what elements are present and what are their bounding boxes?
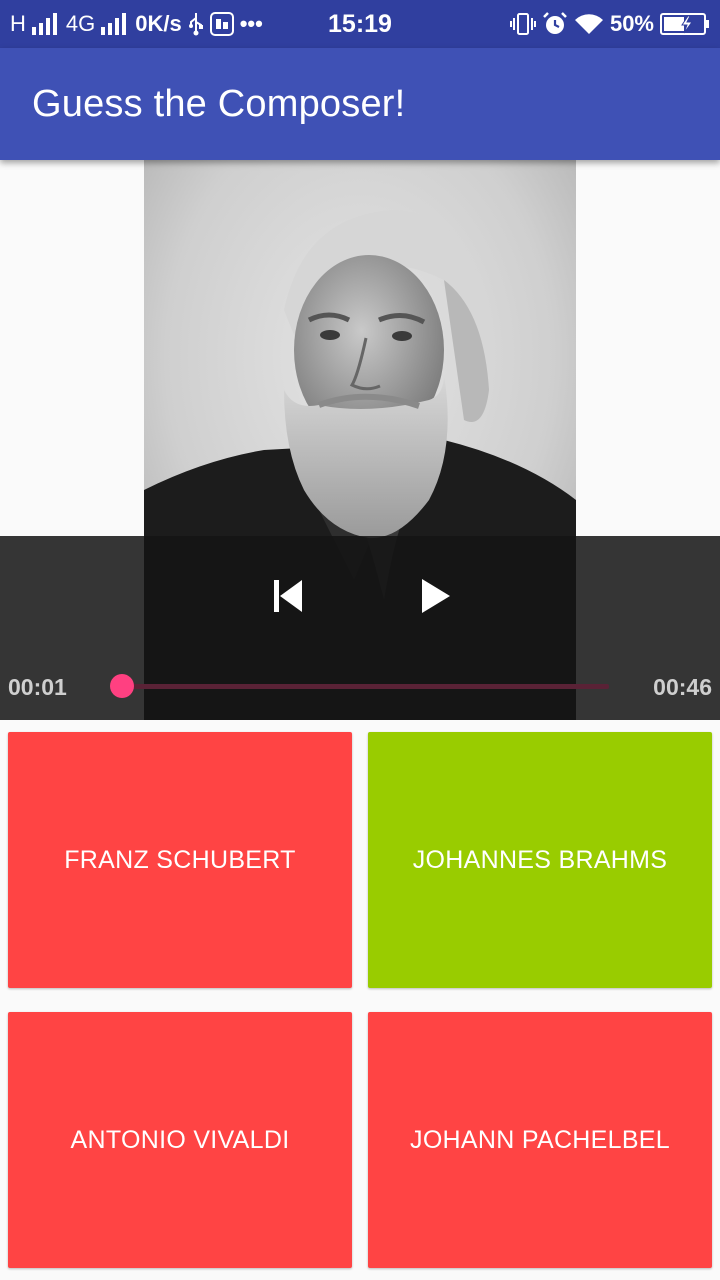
notification-app-icon	[209, 12, 234, 36]
seek-thumb[interactable]	[109, 674, 134, 698]
media-controller: 00:01 00:46	[0, 536, 720, 720]
answer-button-2[interactable]: JOHANNES BRAHMS	[368, 732, 712, 988]
seek-track	[112, 684, 609, 689]
status-bar-right: 50%	[509, 0, 710, 48]
media-buttons	[0, 572, 720, 620]
signal-strength-icon	[31, 13, 60, 35]
total-time-label: 00:46	[653, 674, 712, 700]
battery-percent-label: 50%	[609, 11, 654, 36]
usb-icon	[188, 12, 204, 36]
seek-bar[interactable]	[109, 674, 609, 698]
vibrate-icon	[509, 12, 536, 36]
answer-label: ANTONIO VIVALDI	[70, 1125, 290, 1154]
battery-charging-icon	[660, 12, 710, 36]
composer-image-area: 00:01 00:46	[0, 160, 720, 720]
play-icon	[422, 579, 450, 613]
signal-strength-icon	[101, 13, 129, 35]
network-type-label: H	[10, 11, 26, 36]
more-notifications-icon: •••	[239, 11, 263, 36]
skip-previous-icon	[274, 580, 302, 612]
answer-button-3[interactable]: ANTONIO VIVALDI	[8, 1012, 352, 1268]
status-bar-left: H 4G 0K/s •••	[10, 0, 263, 48]
answer-button-4[interactable]: JOHANN PACHELBEL	[368, 1012, 712, 1268]
network-speed-label: 0K/s	[135, 11, 182, 36]
answer-button-1[interactable]: FRANZ SCHUBERT	[8, 732, 352, 988]
app-bar: Guess the Composer!	[0, 48, 720, 160]
page-title: Guess the Composer!	[32, 82, 406, 125]
previous-button[interactable]	[264, 572, 312, 620]
wifi-icon	[574, 12, 604, 36]
answer-label: FRANZ SCHUBERT	[64, 845, 296, 874]
alarm-icon	[542, 11, 568, 37]
answer-label: JOHANN PACHELBEL	[410, 1125, 670, 1154]
current-time-label: 00:01	[8, 674, 67, 700]
network-4g-label: 4G	[65, 11, 96, 36]
play-button[interactable]	[410, 572, 458, 620]
status-bar: H 4G 0K/s ••• 15:19 50%	[0, 0, 720, 48]
answer-label: JOHANNES BRAHMS	[412, 845, 668, 874]
